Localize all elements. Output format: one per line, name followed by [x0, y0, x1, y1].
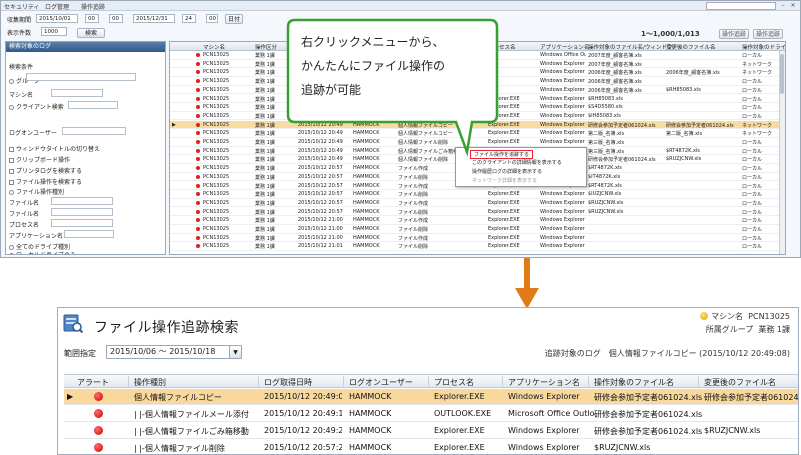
column-divider[interactable]	[258, 376, 259, 387]
target-log-info: 追跡対象のログ 個人情報ファイルコピー (2015/10/12 20:49:08…	[544, 349, 790, 358]
window-title: ファイル操作追跡検索	[94, 320, 239, 336]
alert-icon	[94, 426, 103, 435]
table-row[interactable]: | |-個人情報ファイルメール添付 2015/10/12 20:49:15 HAMM…	[64, 406, 798, 422]
machine-info: マシン名 PCN13025	[700, 311, 790, 322]
table-header-cell[interactable]: 変更後のファイル名	[704, 377, 776, 388]
group-name: 業務 1課	[758, 325, 790, 334]
table-cell-file: 研修会参加予定者061024.xls	[594, 427, 703, 436]
table-header-cell[interactable]: アラート	[77, 377, 109, 388]
group-label: 所属グループ	[705, 325, 754, 334]
row-pointer-icon: ▶	[67, 392, 74, 401]
table-cell-file: 研修会参加予定者061024.xls	[594, 410, 703, 419]
callout-line-3: 追跡が可能	[301, 83, 362, 97]
alert-icon	[94, 409, 103, 418]
table-cell-proc: Explorer.EXE	[434, 426, 485, 435]
machine-name: PCN13025	[748, 312, 790, 321]
table-cell-file: $RUZJCNW.xls	[594, 443, 651, 452]
machine-status-icon	[700, 312, 709, 320]
table-header-cell[interactable]: プロセス名	[434, 377, 474, 388]
table-cell-file: 研修会参加予定者061024.xls	[594, 393, 703, 402]
chevron-down-icon[interactable]: ▼	[230, 345, 242, 359]
table-header-cell[interactable]: 操作種別	[134, 377, 166, 388]
table-cell-date: 2015/10/12 20:49:15	[264, 409, 342, 418]
table-cell-file2: 研修会参加予定者061024.xls	[704, 393, 799, 402]
alert-icon	[94, 443, 103, 452]
table-cell-date: 2015/10/12 20:57:21	[264, 443, 342, 452]
table-cell-app: Microsoft Office Outlook	[508, 409, 594, 418]
range-label: 範囲指定	[64, 349, 96, 358]
file-trace-window: ファイル操作追跡検索 マシン名 PCN13025 所属グループ 業務 1課 範囲…	[57, 307, 799, 455]
column-divider[interactable]	[128, 376, 129, 387]
table-header-cell[interactable]: 操作対象のファイル名	[594, 377, 674, 388]
search-window-icon	[63, 314, 83, 333]
callout-line-1: 右クリックメニューから、	[301, 35, 445, 49]
table-cell-date: 2015/10/12 20:49:08	[264, 392, 342, 401]
table-cell-user: HAMMOCK	[349, 426, 392, 435]
table-cell-user: HAMMOCK	[349, 443, 392, 452]
table-header-cell[interactable]: ログオンユーザー	[349, 377, 413, 388]
table-cell-file2: $RUZJCNW.xls	[704, 426, 761, 435]
down-arrow-icon	[515, 258, 539, 309]
column-divider[interactable]	[428, 376, 429, 387]
callout-text: 右クリックメニューから、 かんたんにファイル操作の 追跡が可能	[301, 30, 501, 102]
trace-table: アラート 操作種別 ログ取得日時 ログオンユーザー プロセス名 アプリケーション名 操作対象…	[64, 374, 799, 454]
table-cell-op: | |-個人情報ファイルメール添付	[134, 410, 249, 419]
table-cell-proc: Explorer.EXE	[434, 443, 485, 452]
table-header-cell[interactable]: アプリケーション名	[508, 377, 580, 388]
table-row[interactable]: ▶ 個人情報ファイルコピー 2015/10/12 20:49:08 HAMMOCK Ex…	[64, 389, 799, 405]
column-divider[interactable]	[502, 376, 503, 387]
table-cell-date: 2015/10/12 20:49:27	[264, 426, 342, 435]
table-cell-app: Windows Explorer	[508, 426, 580, 435]
group-info: 所属グループ 業務 1課	[706, 324, 790, 335]
range-select[interactable]: 2015/10/06 ～ 2015/10/18	[106, 345, 230, 359]
table-cell-proc: OUTLOOK.EXE	[434, 409, 492, 418]
table-cell-app: Windows Explorer	[508, 392, 580, 401]
table-cell-proc: Explorer.EXE	[434, 392, 485, 401]
alert-icon	[94, 392, 103, 401]
table-cell-user: HAMMOCK	[349, 409, 392, 418]
table-cell-op: | |-個人情報ファイルごみ箱移動	[134, 427, 249, 436]
column-divider[interactable]	[698, 376, 699, 387]
trace-table-header: アラート 操作種別 ログ取得日時 ログオンユーザー プロセス名 アプリケーション名 操作対象…	[64, 375, 798, 388]
table-row[interactable]: | |-個人情報ファイルごみ箱移動 2015/10/12 20:49:27 HAMM…	[64, 423, 798, 439]
table-cell-op: 個人情報ファイルコピー	[134, 393, 222, 402]
table-cell-op: | |-個人情報ファイル削除	[134, 444, 225, 453]
table-cell-user: HAMMOCK	[349, 392, 392, 401]
column-divider[interactable]	[588, 376, 589, 387]
table-cell-app: Windows Explorer	[508, 443, 580, 452]
column-divider[interactable]	[343, 376, 344, 387]
callout-line-2: かんたんにファイル操作の	[301, 59, 446, 73]
table-row[interactable]: | |-個人情報ファイル削除 2015/10/12 20:57:21 HAMMOCK…	[64, 440, 798, 454]
table-header-cell[interactable]: ログ取得日時	[264, 377, 312, 388]
machine-label: マシン名	[711, 312, 744, 321]
